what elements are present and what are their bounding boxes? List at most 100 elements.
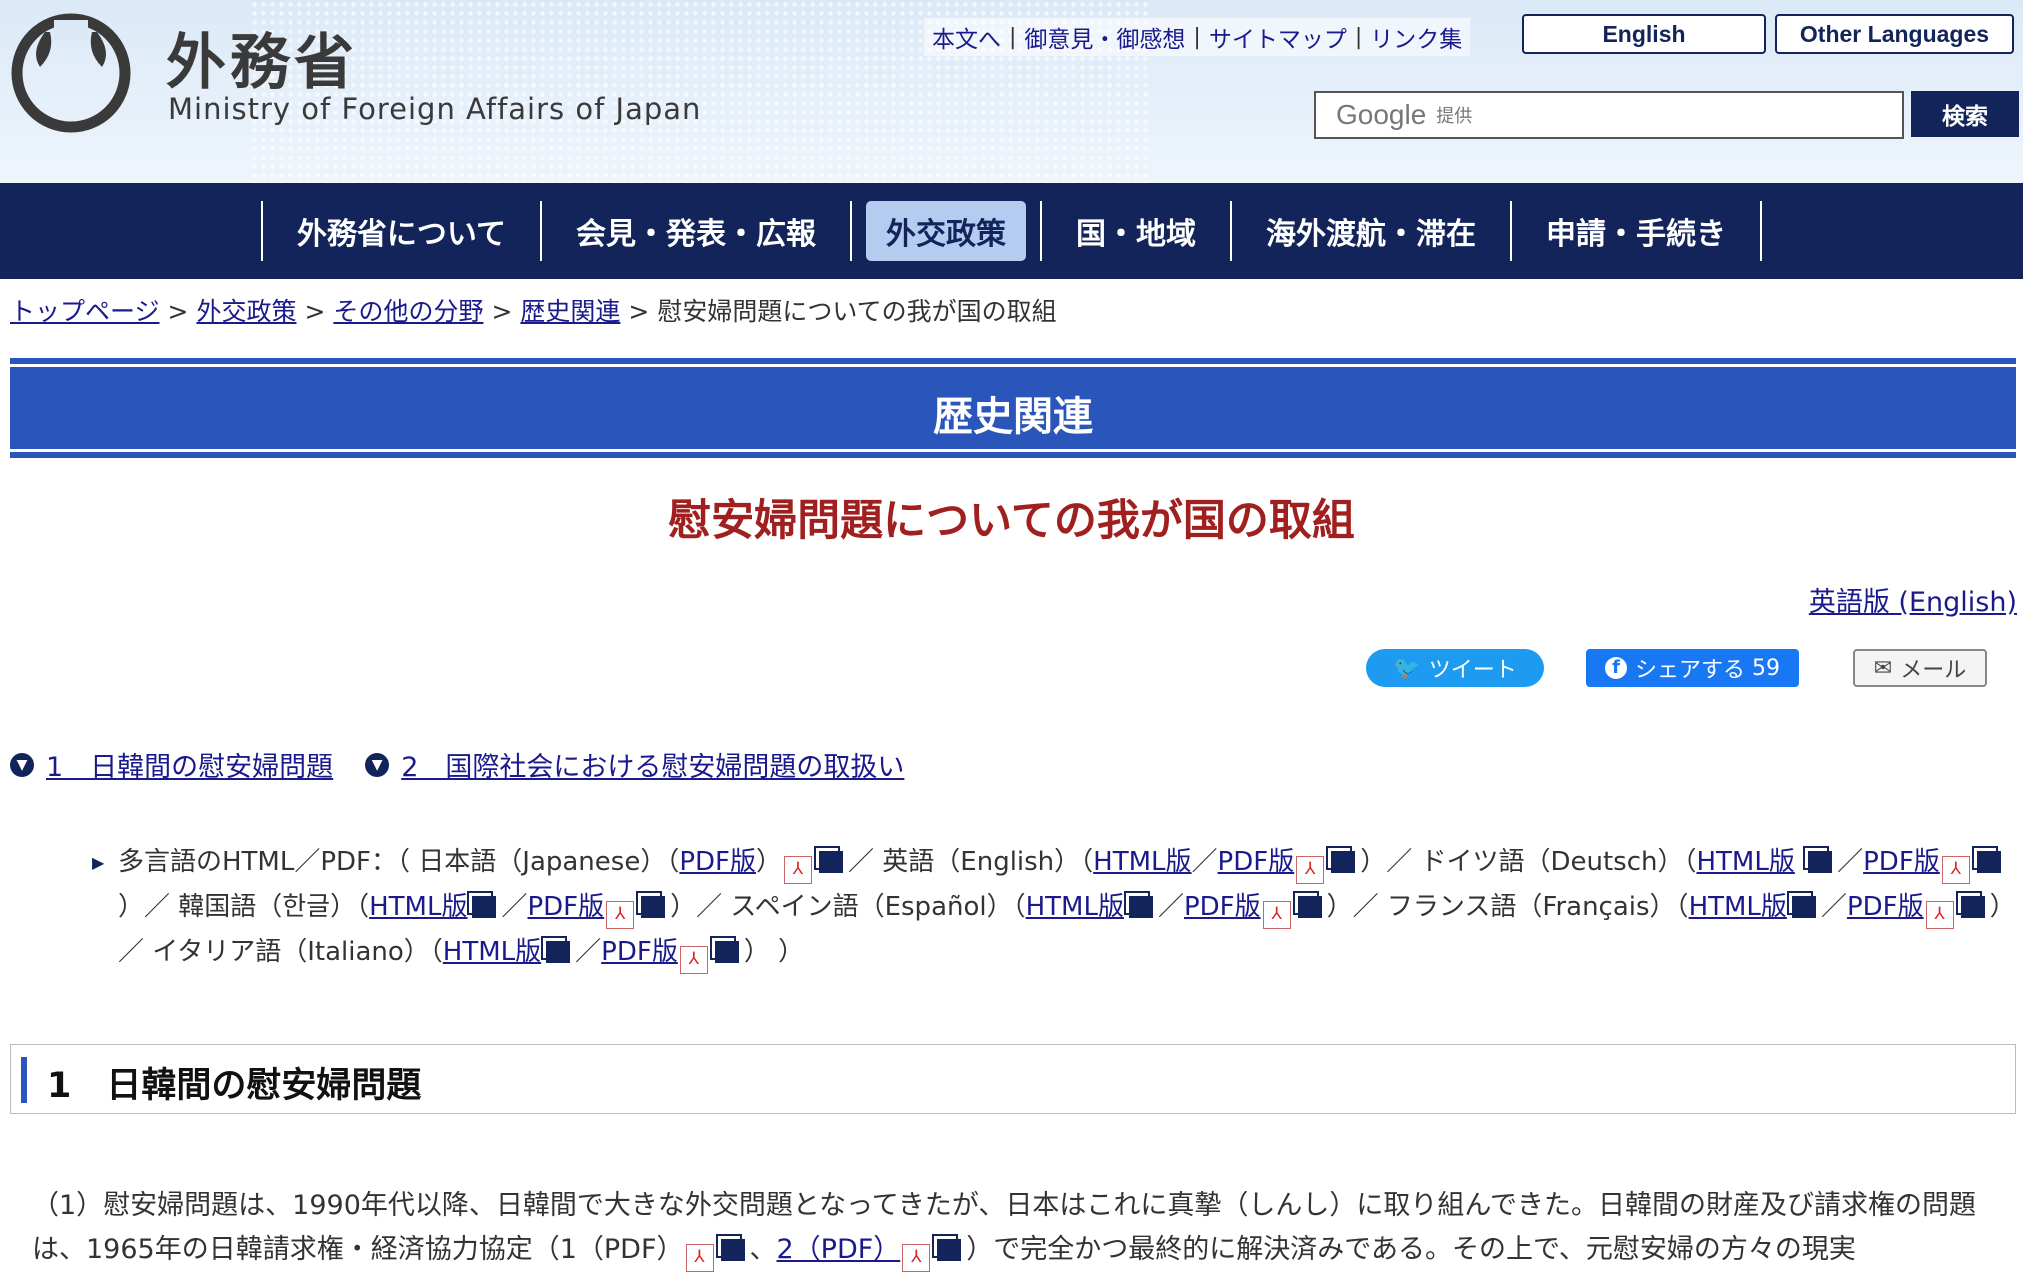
german-html-link[interactable]: HTML版: [1696, 847, 1794, 877]
util-separator: |: [1354, 24, 1363, 50]
breadcrumb: トップページ > 外交政策 > その他の分野 > 歴史関連 > 慰安婦問題についての我が国の取組: [10, 292, 1057, 328]
anchor-item[interactable]: ▼ 1 日韓間の慰安婦問題: [10, 745, 333, 784]
italian-pdf-link[interactable]: PDF版: [601, 937, 678, 967]
arrow-down-circle-icon: ▼: [10, 752, 34, 777]
section-accent-bar: [21, 1057, 27, 1103]
closing-paren: ） ）: [743, 937, 805, 967]
nav-item-label: 会見・発表・広報: [576, 217, 817, 252]
slash: ／: [501, 892, 528, 922]
section-banner: 歴史関連: [10, 358, 2016, 458]
french-html-link[interactable]: HTML版: [1689, 892, 1787, 922]
tweet-label: ツイート: [1428, 658, 1517, 683]
new-window-icon: [472, 896, 497, 918]
slash: ／: [1837, 847, 1864, 877]
english-version-link[interactable]: 英語版 (English): [1809, 580, 2017, 619]
section1-paragraph: （1）慰安婦問題は、1990年代以降、日韓間で大きな外交問題となってきたが、日本…: [32, 1184, 2017, 1272]
nav-item-label: 外交政策: [866, 201, 1027, 261]
links-link[interactable]: リンク集: [1362, 20, 1470, 54]
sitemap-link[interactable]: サイトマップ: [1201, 20, 1355, 54]
slash: ／: [1157, 892, 1184, 922]
multilanguage-links: ▶ 多言語のHTML／PDF：（ 日本語（Japanese）（PDF版） ⅄ ／ 英…: [92, 840, 2008, 975]
search-button[interactable]: 検索: [1911, 91, 2019, 137]
breadcrumb-separator: >: [167, 297, 189, 326]
italian-html-link[interactable]: HTML版: [443, 937, 541, 967]
mail-button[interactable]: ✉ メール: [1853, 649, 1987, 687]
facebook-share-button[interactable]: f シェアする 59: [1586, 649, 1799, 687]
breadcrumb-foreign-policy[interactable]: 外交政策: [196, 297, 296, 326]
mail-label: メール: [1900, 658, 1967, 683]
global-nav: 外務省について 会見・発表・広報 外交政策 国・地域 海外渡航・滞在 申請・手続…: [0, 183, 2023, 279]
anchor-link-section2[interactable]: 2 国際社会における慰安婦問題の取扱い: [401, 745, 904, 784]
nav-item-press[interactable]: 会見・発表・広報: [540, 201, 850, 261]
skip-to-content-link[interactable]: 本文へ: [924, 20, 1009, 54]
pdf-icon: ⅄: [1296, 856, 1325, 884]
paragraph-text-continued: ）で完全かつ最終的に解決済みである。その上で、元慰安婦の方々の現実: [966, 1234, 1856, 1265]
breadcrumb-top[interactable]: トップページ: [10, 297, 160, 326]
agreement-pdf-link-2[interactable]: 2（PDF）: [777, 1234, 901, 1265]
search-input[interactable]: Google 提供: [1314, 91, 1904, 139]
pdf-icon: ⅄: [1941, 856, 1970, 884]
paragraph-number: （1）: [32, 1190, 104, 1221]
english-pdf-link[interactable]: PDF版: [1218, 847, 1295, 877]
twitter-bird-icon: 🐦: [1393, 655, 1421, 681]
spanish-html-link[interactable]: HTML版: [1026, 892, 1124, 922]
new-window-icon: [720, 1239, 745, 1261]
feedback-link[interactable]: 御意見・御感想: [1016, 20, 1193, 54]
anchor-item[interactable]: ▼ 2 国際社会における慰安婦問題の取扱い: [365, 745, 904, 784]
english-label: 英語（English）（: [882, 847, 1094, 877]
korean-pdf-link[interactable]: PDF版: [527, 892, 604, 922]
tweet-button[interactable]: 🐦 ツイート: [1366, 649, 1544, 687]
other-languages-button[interactable]: Other Languages: [1775, 14, 2014, 54]
pdf-icon: ⅄: [902, 1244, 931, 1272]
new-window-icon: [641, 896, 666, 918]
nav-item-label: 海外渡航・滞在: [1266, 217, 1477, 252]
anchor-link-section1[interactable]: 1 日韓間の慰安婦問題: [46, 745, 333, 784]
new-window-icon: [546, 941, 571, 963]
spanish-pdf-link[interactable]: PDF版: [1184, 892, 1261, 922]
breadcrumb-current: 慰安婦問題についての我が国の取組: [657, 297, 1057, 326]
separator: ）／: [118, 892, 179, 922]
english-button[interactable]: English: [1522, 14, 1766, 54]
french-pdf-link[interactable]: PDF版: [1847, 892, 1924, 922]
breadcrumb-other-fields[interactable]: その他の分野: [333, 297, 483, 326]
pdf-icon: ⅄: [606, 901, 635, 929]
utility-links: 本文へ | 御意見・御感想 | サイトマップ | リンク集: [924, 18, 1471, 56]
section1-header: 1 日韓間の慰安婦問題: [10, 1044, 2016, 1114]
logo-title-jp[interactable]: 外務省: [166, 14, 358, 101]
new-window-icon: [1976, 851, 2001, 873]
nav-item-about[interactable]: 外務省について: [260, 201, 540, 261]
nav-item-label: 申請・手続き: [1546, 217, 1727, 252]
section1-title: 1 日韓間の慰安婦問題: [47, 1066, 422, 1106]
mofa-logo-icon[interactable]: [10, 12, 132, 134]
pdf-icon: ⅄: [784, 856, 812, 884]
page-title: 慰安婦問題についての我が国の取組: [668, 496, 1355, 546]
arrow-down-circle-icon: ▼: [365, 752, 390, 777]
paren: ）: [755, 847, 782, 877]
multilang-prefix: 多言語のHTML／PDF：（ 日本語（Japanese）（: [118, 847, 680, 877]
logo-title-en[interactable]: Ministry of Foreign Affairs of Japan: [168, 92, 701, 126]
separator: ）／: [1326, 892, 1387, 922]
korean-html-link[interactable]: HTML版: [369, 892, 467, 922]
spanish-label: スペイン語（Español）（: [730, 892, 1026, 922]
breadcrumb-history[interactable]: 歴史関連: [520, 297, 620, 326]
slash: ／: [848, 847, 875, 877]
search-provider-label: 提供: [1436, 106, 1473, 127]
nav-item-countries[interactable]: 国・地域: [1040, 201, 1230, 261]
nav-item-applications[interactable]: 申請・手続き: [1510, 201, 1763, 261]
english-html-link[interactable]: HTML版: [1093, 847, 1191, 877]
pdf-icon: ⅄: [1925, 901, 1954, 929]
nav-item-foreign-policy[interactable]: 外交政策: [850, 201, 1040, 261]
separator: ）／: [1360, 847, 1421, 877]
nav-item-label: 国・地域: [1076, 217, 1197, 252]
slash: ／: [1191, 847, 1218, 877]
page-anchors: ▼ 1 日韓間の慰安婦問題 ▼ 2 国際社会における慰安婦問題の取扱い: [10, 745, 936, 784]
site-header: 外務省 Ministry of Foreign Affairs of Japan…: [0, 0, 2023, 183]
italian-label: イタリア語（Italiano）（: [152, 937, 443, 967]
mail-icon: ✉: [1873, 655, 1893, 681]
util-separator: |: [1009, 24, 1017, 50]
german-pdf-link[interactable]: PDF版: [1863, 847, 1940, 877]
japanese-pdf-link[interactable]: PDF版: [679, 847, 756, 877]
facebook-share-label: シェアする: [1634, 658, 1745, 683]
nav-item-travel[interactable]: 海外渡航・滞在: [1230, 201, 1510, 261]
new-window-icon: [819, 851, 843, 873]
